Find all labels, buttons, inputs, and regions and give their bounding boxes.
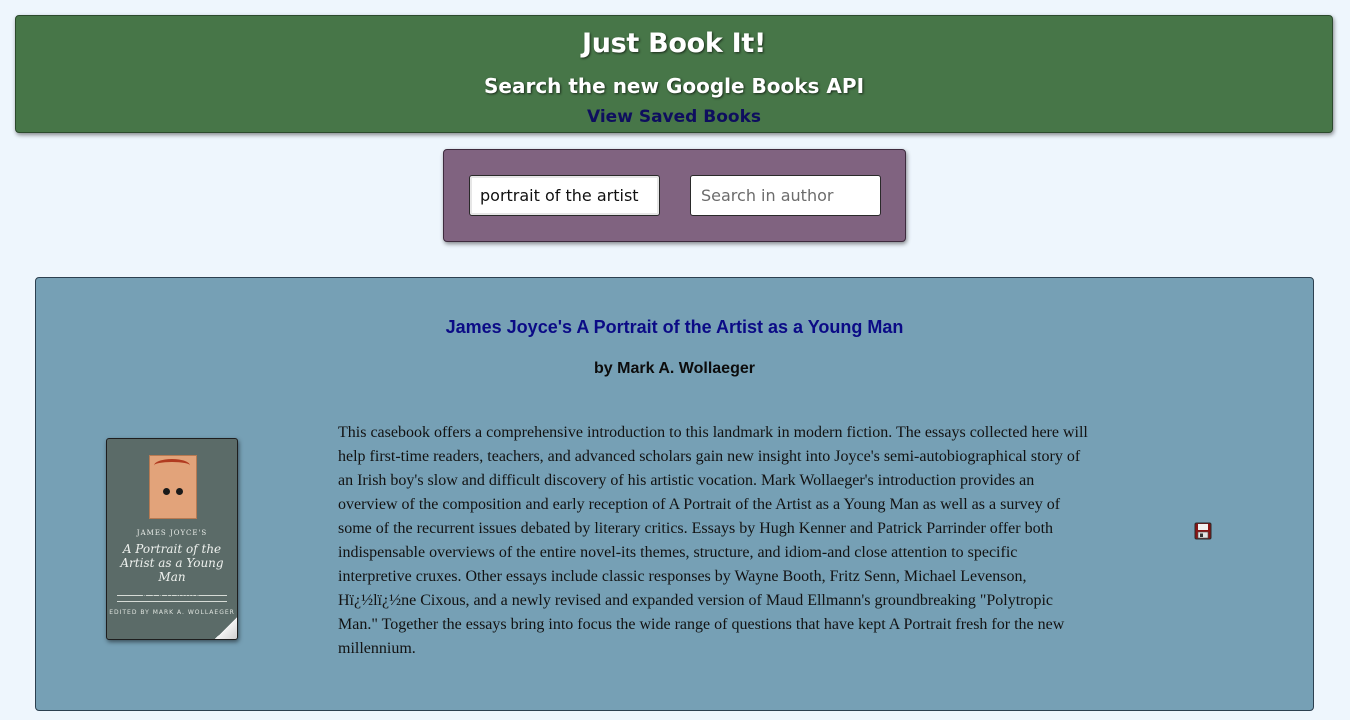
cover-editor-text: EDITED BY MARK A. WOLLAEGER bbox=[109, 609, 235, 616]
title-search-input[interactable] bbox=[469, 175, 660, 216]
cover-portrait-art bbox=[149, 455, 197, 519]
app-header: Just Book It! Search the new Google Book… bbox=[15, 15, 1333, 133]
book-title: James Joyce's A Portrait of the Artist a… bbox=[445, 317, 904, 337]
book-cover-image[interactable]: JAMES JOYCE'S A Portrait of the Artist a… bbox=[106, 438, 238, 640]
book-author: by Mark A. Wollaeger bbox=[594, 360, 755, 377]
page-curl-icon bbox=[215, 617, 237, 639]
app-subtitle: Search the new Google Books API bbox=[483, 74, 865, 98]
book-result-card: James Joyce's A Portrait of the Artist a… bbox=[35, 277, 1314, 711]
floppy-disk-icon bbox=[1194, 522, 1212, 540]
cover-series-text: A CASEBOOK bbox=[142, 592, 202, 599]
search-panel bbox=[443, 149, 906, 242]
app-title: Just Book It! bbox=[581, 28, 767, 59]
cover-title-text: A Portrait of the Artist as a Young Man bbox=[120, 542, 224, 584]
view-saved-books-link[interactable]: View Saved Books bbox=[16, 107, 1332, 127]
book-description: This casebook offers a comprehensive int… bbox=[338, 424, 1088, 657]
author-search-input[interactable] bbox=[690, 175, 881, 216]
save-book-button[interactable] bbox=[1194, 522, 1212, 540]
cover-author-text: JAMES JOYCE'S bbox=[136, 529, 208, 537]
